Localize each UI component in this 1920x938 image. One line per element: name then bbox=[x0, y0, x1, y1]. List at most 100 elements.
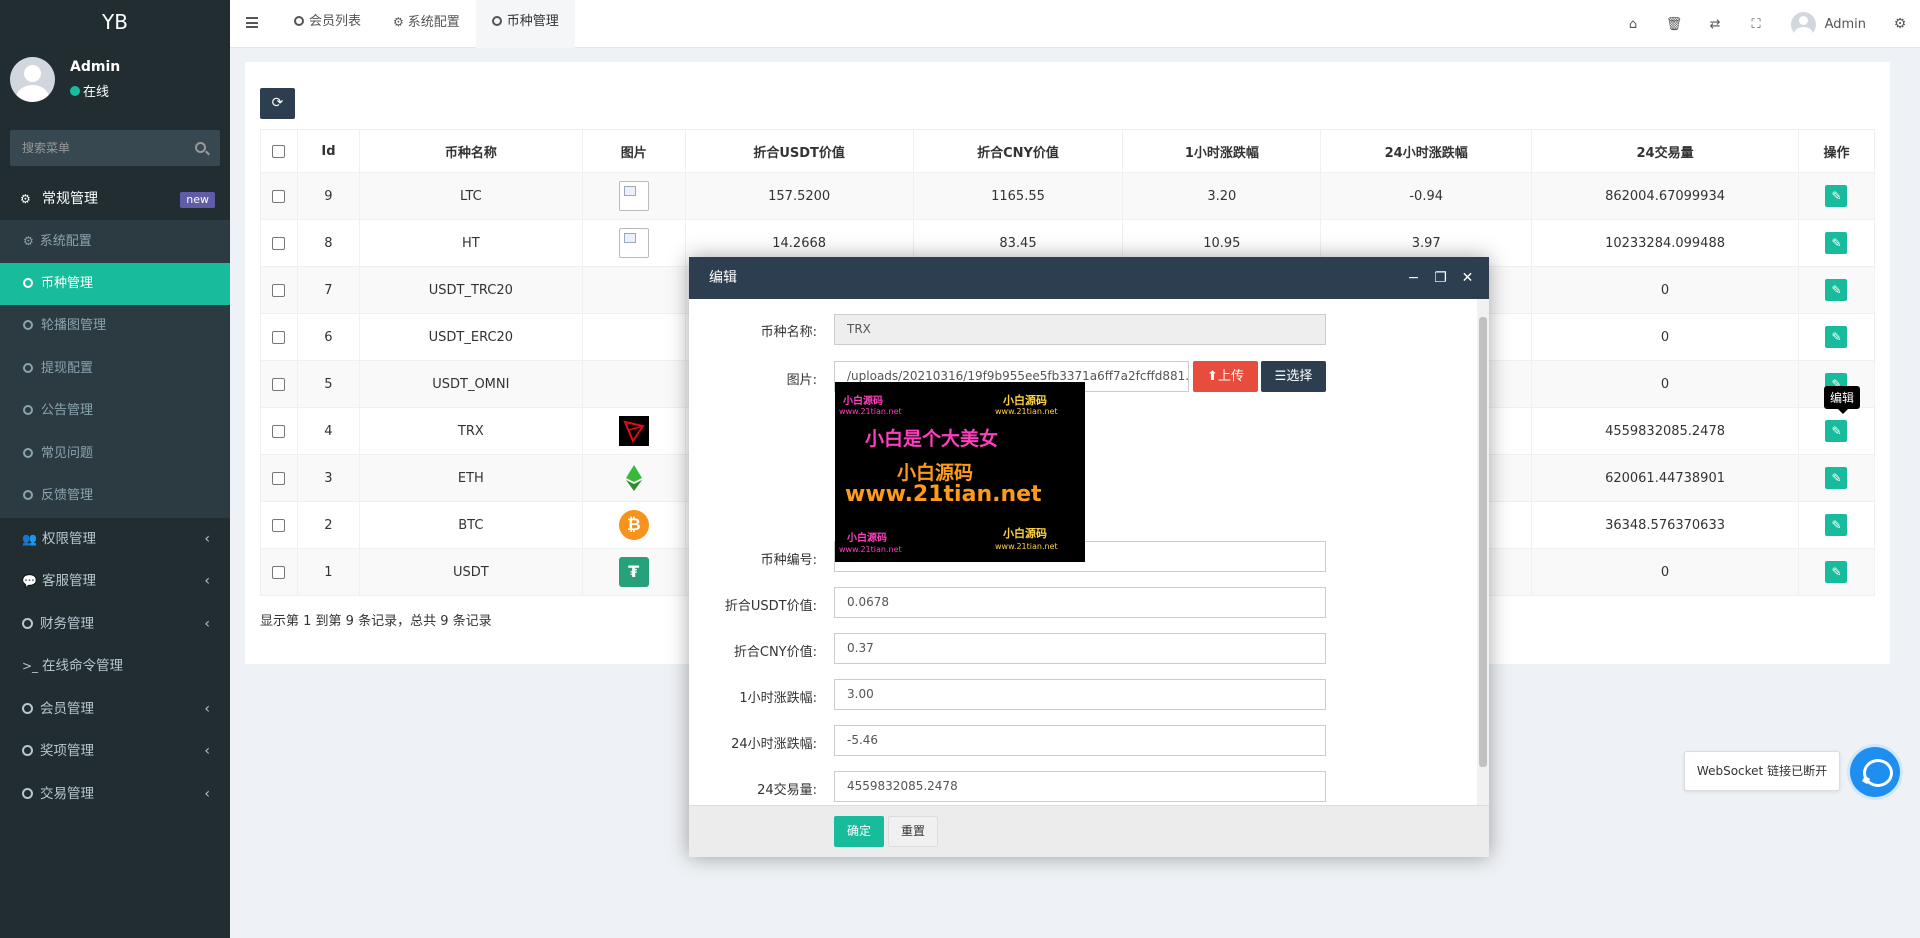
sidebar-item-trade[interactable]: 交易管理 ‹ bbox=[0, 773, 230, 816]
edit-button[interactable]: ✎ bbox=[1825, 420, 1848, 442]
cell-id: 7 bbox=[296, 266, 360, 314]
row-checkbox[interactable] bbox=[272, 236, 286, 250]
preview-text: www.21tian.net bbox=[995, 407, 1058, 416]
tab-system-config[interactable]: ⚙ 系统配置 bbox=[377, 0, 476, 48]
sidebar-item-currency[interactable]: 币种管理 bbox=[0, 262, 230, 305]
trx-coin-icon bbox=[618, 416, 649, 446]
usdt-field[interactable]: 0.0678 bbox=[834, 587, 1326, 618]
col-header[interactable]: 1小时涨跌幅 bbox=[1122, 129, 1322, 173]
edit-button[interactable]: ✎ bbox=[1825, 561, 1848, 583]
pencil-icon: ✎ bbox=[1831, 189, 1842, 203]
h1-field[interactable]: 3.00 bbox=[834, 679, 1326, 710]
sidebar-item-label: 反馈管理 bbox=[41, 488, 94, 503]
sidebar-item-banner[interactable]: 轮播图管理 bbox=[0, 305, 230, 348]
reset-button[interactable]: 重置 bbox=[888, 816, 938, 847]
user-status-text: 在线 bbox=[83, 85, 110, 100]
sidebar-item-faq[interactable]: 常见问题 bbox=[0, 433, 230, 476]
sidebar-item-label: 轮播图管理 bbox=[41, 318, 107, 333]
col-header[interactable]: 币种名称 bbox=[358, 129, 583, 173]
sidebar-item-label: 币种管理 bbox=[41, 275, 94, 291]
close-icon[interactable]: ✕ bbox=[1454, 257, 1481, 299]
row-checkbox[interactable] bbox=[272, 377, 286, 391]
row-checkbox[interactable] bbox=[272, 565, 286, 579]
col-header[interactable]: 24交易量 bbox=[1531, 129, 1799, 173]
col-header[interactable]: 24小时涨跌幅 bbox=[1320, 129, 1533, 173]
tab-bar: 会员列表 ⚙ 系统配置 币种管理 bbox=[278, 0, 575, 48]
sidebar-item-withdraw[interactable]: 提现配置 bbox=[0, 348, 230, 391]
fullscreen-icon[interactable]: ⛶ bbox=[1736, 17, 1777, 32]
row-select-cell bbox=[260, 454, 298, 502]
name-field[interactable]: TRX bbox=[834, 314, 1326, 345]
sidebar-item-label: 系统配置 bbox=[39, 234, 92, 249]
cell-id: 9 bbox=[296, 172, 360, 220]
broken-image-icon bbox=[618, 228, 649, 258]
chat-icon[interactable] bbox=[1850, 747, 1900, 797]
row-checkbox[interactable] bbox=[272, 283, 286, 297]
edit-button[interactable]: ✎ bbox=[1825, 514, 1848, 536]
upload-button[interactable]: ⬆上传 bbox=[1193, 361, 1258, 392]
maximize-icon[interactable]: ❐ bbox=[1427, 257, 1454, 299]
top-user-menu[interactable]: Admin bbox=[1777, 11, 1880, 37]
edit-button[interactable]: ✎ bbox=[1825, 467, 1848, 489]
sidebar-item-members[interactable]: 会员管理 ‹ bbox=[0, 688, 230, 731]
h24-field[interactable]: -5.46 bbox=[834, 725, 1326, 756]
translate-icon[interactable]: ⇄ bbox=[1695, 17, 1736, 32]
cell-h1: 3.20 bbox=[1122, 172, 1322, 220]
cell-image bbox=[581, 454, 686, 502]
minimize-icon[interactable]: − bbox=[1400, 257, 1427, 299]
edit-button[interactable]: ✎ bbox=[1825, 185, 1848, 207]
confirm-button[interactable]: 确定 bbox=[834, 816, 884, 847]
sidebar-item-command[interactable]: >_ 在线命令管理 bbox=[0, 645, 230, 688]
choose-button[interactable]: ☰选择 bbox=[1261, 361, 1326, 392]
edit-button[interactable]: ✎ bbox=[1825, 232, 1848, 254]
refresh-button[interactable]: ⟳ bbox=[260, 88, 295, 119]
select-all-header bbox=[260, 129, 298, 173]
edit-button[interactable]: ✎ bbox=[1825, 279, 1848, 301]
row-checkbox[interactable] bbox=[272, 518, 286, 532]
select-all-checkbox[interactable] bbox=[272, 144, 286, 158]
sidebar-item-notice[interactable]: 公告管理 bbox=[0, 390, 230, 433]
cell-volume: 0 bbox=[1531, 266, 1799, 314]
col-header: 图片 bbox=[581, 129, 686, 173]
sidebar-item-system-config[interactable]: ⚙ 系统配置 bbox=[0, 220, 230, 263]
modal-header[interactable]: 编辑 − ❐ ✕ bbox=[689, 257, 1489, 299]
trash-icon[interactable]: 🗑 bbox=[1654, 17, 1695, 32]
usdt-label: 折合USDT价值: bbox=[724, 599, 817, 614]
sidebar-item-label: 奖项管理 bbox=[40, 743, 94, 759]
vol-field[interactable]: 4559832085.2478 bbox=[834, 771, 1326, 802]
row-checkbox[interactable] bbox=[272, 189, 286, 203]
menu-toggle-icon[interactable] bbox=[246, 17, 258, 28]
cell-name: LTC bbox=[358, 172, 583, 220]
sidebar-item-feedback[interactable]: 反馈管理 bbox=[0, 475, 230, 518]
col-header[interactable]: 折合CNY价值 bbox=[912, 129, 1124, 173]
cell-name: BTC bbox=[358, 501, 583, 549]
modal-scrollbar[interactable] bbox=[1477, 299, 1489, 805]
tab-currency[interactable]: 币种管理 bbox=[475, 0, 575, 48]
row-checkbox[interactable] bbox=[272, 330, 286, 344]
col-header[interactable]: Id bbox=[296, 129, 360, 173]
pencil-icon: ✎ bbox=[1831, 518, 1842, 532]
search-icon[interactable] bbox=[195, 142, 206, 153]
col-header[interactable]: 折合USDT价值 bbox=[684, 129, 914, 173]
preview-text: 小白源码 bbox=[1003, 394, 1047, 407]
row-checkbox[interactable] bbox=[272, 424, 286, 438]
cell-image bbox=[581, 219, 686, 267]
home-icon[interactable]: ⌂ bbox=[1613, 17, 1654, 32]
sidebar-search-input[interactable]: 搜索菜单 bbox=[10, 130, 220, 166]
online-dot-icon bbox=[70, 86, 80, 96]
menu-group-general[interactable]: ⚙ 常规管理 new bbox=[0, 178, 230, 220]
sidebar-item-awards[interactable]: 奖项管理 ‹ bbox=[0, 730, 230, 773]
sidebar-item-finance[interactable]: 财务管理 ‹ bbox=[0, 603, 230, 646]
circle-icon bbox=[23, 447, 33, 458]
table-header-row: Id 币种名称 图片 折合USDT价值 折合CNY价值 1小时涨跌幅 24小时涨… bbox=[260, 129, 1876, 173]
sidebar-item-auth[interactable]: 👥 权限管理 ‹ bbox=[0, 518, 230, 561]
tab-member-list[interactable]: 会员列表 bbox=[278, 0, 377, 48]
row-checkbox[interactable] bbox=[272, 471, 286, 485]
scroll-thumb[interactable] bbox=[1479, 317, 1487, 767]
btc-coin-icon: ₿ bbox=[618, 510, 649, 540]
cogs-icon[interactable]: ⚙ bbox=[1880, 16, 1920, 32]
app-logo[interactable]: YB bbox=[0, 0, 230, 45]
sidebar-item-service[interactable]: 💬 客服管理 ‹ bbox=[0, 560, 230, 603]
edit-button[interactable]: ✎ bbox=[1825, 326, 1848, 348]
cny-field[interactable]: 0.37 bbox=[834, 633, 1326, 664]
